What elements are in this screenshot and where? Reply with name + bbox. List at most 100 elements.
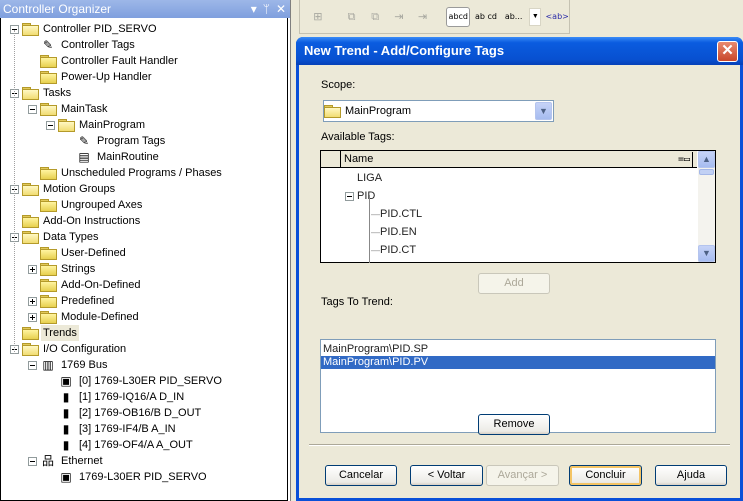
folder-open-icon — [22, 343, 39, 356]
cancel-button[interactable]: Cancelar — [325, 465, 397, 486]
text-wrap-abcd-button[interactable]: abcd — [446, 6, 471, 27]
chevron-down-icon[interactable]: ▼ — [529, 7, 542, 26]
expand-icon[interactable] — [28, 296, 37, 306]
tree-item-label: MainTask — [61, 103, 108, 115]
tree-item[interactable]: Motion Groups — [10, 181, 117, 197]
tree-item-label: [4] 1769-OF4/A A_OUT — [79, 439, 193, 451]
scroll-up-icon[interactable]: ▲ — [698, 151, 715, 168]
datatype-folder-icon — [40, 247, 57, 260]
toolbar-btn-4-button[interactable]: ⇥ — [389, 7, 409, 27]
collapse-icon[interactable] — [345, 191, 354, 201]
tree-item[interactable]: ✎ Controller Tags — [40, 37, 137, 53]
tree-item[interactable]: ▮ [4] 1769-OF4/A A_OUT — [58, 437, 195, 453]
collapse-icon[interactable] — [28, 104, 37, 114]
tags-to-trend-label: Tags To Trend: — [321, 296, 393, 308]
folder-open-icon — [22, 183, 39, 196]
tree-item[interactable]: Module-Defined — [28, 309, 141, 325]
tree-item[interactable]: Controller Fault Handler — [40, 53, 180, 69]
tree-item[interactable]: Tasks — [10, 85, 73, 101]
expand-icon[interactable] — [28, 264, 37, 274]
trend-tag-item[interactable]: MainProgram\PID.SP — [321, 343, 715, 356]
tree-item[interactable]: Power-Up Handler — [40, 69, 153, 85]
tree-item-label: User-Defined — [61, 247, 126, 259]
add-button[interactable]: Add — [478, 273, 550, 294]
scope-dropdown[interactable]: MainProgram ▼ — [323, 100, 554, 122]
tree-connector: — — [371, 245, 380, 255]
available-tag-label: PID.CTL — [380, 208, 423, 220]
available-tags-grid[interactable]: Name =▭ LIGA PID —PID.CTL —PID.EN —PID.CT ▲ … — [320, 150, 716, 263]
remove-button[interactable]: Remove — [478, 414, 550, 435]
tree-item[interactable]: 品 Ethernet — [28, 453, 105, 469]
folder-icon — [22, 327, 39, 340]
tree-item[interactable]: Add-On-Defined — [40, 277, 143, 293]
available-tag-row[interactable]: —PID.CT — [371, 241, 416, 259]
text-tag-button[interactable]: <ab> — [545, 7, 569, 27]
tree-connector: — — [371, 209, 380, 219]
back-button[interactable]: < Voltar — [410, 465, 483, 486]
tree-item[interactable]: MainProgram — [46, 117, 147, 133]
datatype-folder-icon — [40, 279, 57, 292]
tree-item[interactable]: Ungrouped Axes — [40, 197, 144, 213]
available-tags-label: Available Tags: — [321, 131, 395, 143]
available-tag-row[interactable]: —PID.CTL — [371, 205, 422, 223]
next-button[interactable]: Avançar > — [486, 465, 559, 486]
organizer-tree[interactable]: Controller PID_SERVO ✎ Controller Tags Cont… — [0, 18, 288, 501]
tree-item-label: Data Types — [43, 231, 99, 243]
collapse-icon[interactable] — [28, 360, 37, 370]
collapse-icon[interactable] — [28, 456, 37, 466]
program-icon — [58, 119, 75, 132]
tree-item[interactable]: Controller PID_SERVO — [10, 21, 159, 37]
dialog-body: Scope: MainProgram ▼ Available Tags: Nam… — [299, 65, 740, 498]
scroll-thumb[interactable] — [699, 169, 714, 175]
name-column-header[interactable]: Name =▭ — [341, 151, 697, 168]
toolbar-btn-3-button[interactable]: ⧉ — [365, 7, 385, 27]
dropdown-icon[interactable]: ▾ — [251, 0, 257, 18]
tree-item[interactable]: MainTask — [28, 101, 109, 117]
available-tag-row[interactable]: LIGA — [357, 169, 382, 187]
available-tag-row[interactable]: —PID.EN — [371, 223, 417, 241]
tree-item[interactable]: Trends — [22, 325, 79, 341]
tree-item[interactable]: Unscheduled Programs / Phases — [40, 165, 224, 181]
text-truncate-button[interactable]: ab... — [502, 7, 526, 27]
tree-item[interactable]: I/O Configuration — [10, 341, 128, 357]
help-button[interactable]: Ajuda — [655, 465, 727, 486]
toolbar-btn-2-button[interactable]: ⧉ — [342, 7, 362, 27]
tree-item-label: Strings — [61, 263, 96, 275]
available-tags-scrollbar[interactable]: ▲ ▼ — [698, 151, 715, 262]
tree-item[interactable]: ▣ [0] 1769-L30ER PID_SERVO — [58, 373, 224, 389]
controller-module-icon: ▣ — [60, 470, 72, 484]
toolbar-btn-1-button[interactable]: ⊞ — [308, 7, 328, 27]
tree-item[interactable]: ▮ [3] 1769-IF4/B A_IN — [58, 421, 178, 437]
io-module-icon: ▮ — [62, 406, 70, 420]
tree-item[interactable]: ▣ 1769-L30ER PID_SERVO — [58, 469, 209, 485]
tree-item[interactable]: User-Defined — [40, 245, 128, 261]
tree-item[interactable]: ▮ [2] 1769-OB16/B D_OUT — [58, 405, 203, 421]
tree-item[interactable]: ▤ MainRoutine — [76, 149, 161, 165]
tree-item-label: MainProgram — [79, 119, 146, 131]
toolbar-btn-5-button[interactable]: ⇥ — [413, 7, 433, 27]
dialog-close-button[interactable]: ✕ — [717, 41, 738, 62]
tree-item[interactable]: Data Types — [10, 229, 100, 245]
tree-item-label: [3] 1769-IF4/B A_IN — [79, 423, 176, 435]
finish-button[interactable]: Concluir — [569, 465, 642, 486]
tree-item[interactable]: Predefined — [28, 293, 116, 309]
chevron-down-icon[interactable]: ▼ — [535, 102, 552, 120]
tree-item[interactable]: ✎ Program Tags — [76, 133, 167, 149]
tree-item[interactable]: ▮ [1] 1769-IQ16/A D_IN — [58, 389, 186, 405]
tree-item[interactable]: ▥ 1769 Bus — [28, 357, 109, 373]
tree-item[interactable]: Add-On Instructions — [22, 213, 142, 229]
program-icon — [324, 104, 341, 118]
pin-icon[interactable]: ᛘ — [263, 0, 270, 18]
tree-item[interactable]: Strings — [28, 261, 97, 277]
scroll-down-icon[interactable]: ▼ — [698, 245, 715, 262]
close-icon[interactable]: ✕ — [276, 0, 286, 18]
dialog-title-bar: New Trend - Add/Configure Tags ✕ — [296, 37, 743, 65]
column-chooser-icon[interactable]: =▭ — [678, 152, 693, 168]
collapse-icon[interactable] — [46, 120, 55, 130]
expand-icon[interactable] — [28, 312, 37, 322]
folder-icon — [40, 71, 57, 84]
available-tag-row[interactable]: PID — [345, 187, 375, 205]
trend-tag-item[interactable]: MainProgram\PID.PV — [321, 356, 715, 369]
folder-open-icon — [22, 23, 39, 36]
text-wrap-abcd-lines-button[interactable]: ab cd — [474, 7, 498, 27]
